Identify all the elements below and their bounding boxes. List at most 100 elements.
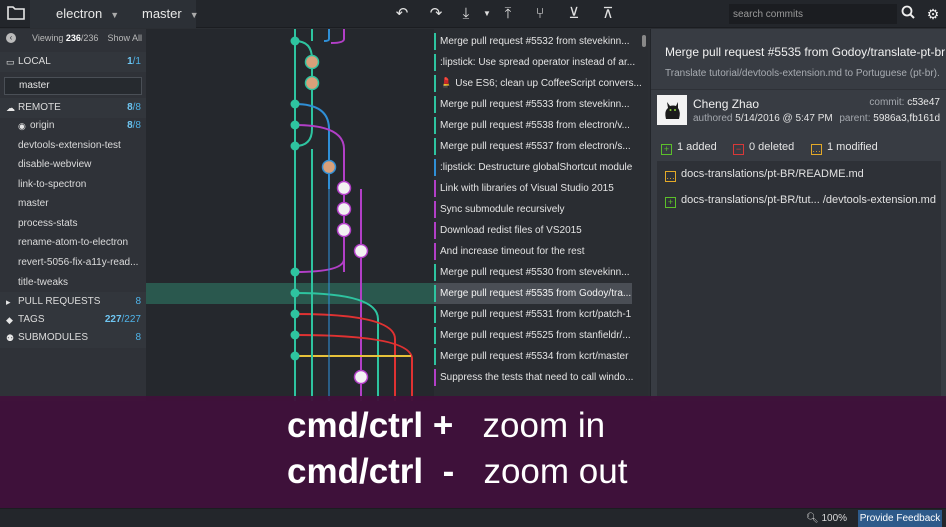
status-bar: 🔍︎ 100% Provide Feedback (0, 508, 946, 527)
branch-selector[interactable]: master ▼ (142, 0, 199, 28)
avatar[interactable] (304, 54, 320, 70)
repo-selector[interactable]: electron ▼ (56, 0, 119, 28)
commit-lane-marker (434, 369, 436, 386)
parent-sha[interactable]: 5986a3,fb161d (873, 113, 940, 124)
commit-sha[interactable]: c53e47 (907, 97, 940, 108)
sidebar-branch-item[interactable]: title-tweaks (0, 273, 146, 293)
undo-icon[interactable]: ↶ (391, 4, 413, 24)
commit-row[interactable]: Sync submodule recursively (434, 199, 648, 220)
sidebar-branch-item[interactable]: link-to-spectron (0, 175, 146, 195)
pull-requests-section-header[interactable]: ▸ PULL REQUESTS 8 (0, 292, 146, 312)
commit-node[interactable] (290, 141, 300, 151)
added-stat[interactable]: +1 added (661, 141, 717, 155)
back-icon[interactable]: ‹ (6, 33, 16, 43)
commit-node[interactable] (290, 288, 300, 298)
submodule-icon: ⚉ (6, 333, 15, 343)
branch-filter-input[interactable]: master (4, 77, 142, 95)
pull-requests-label: PULL REQUESTS (18, 296, 101, 307)
local-section-header[interactable]: ▭ LOCAL 1/1 (0, 52, 146, 72)
pop-icon[interactable]: ⊼ (597, 4, 619, 24)
branch-icon[interactable]: ⑂ (529, 4, 551, 24)
commit-row[interactable]: Link with libraries of Visual Studio 201… (434, 178, 648, 199)
remote-section-header[interactable]: ☁ REMOTE 8/8 (0, 98, 146, 118)
remote-origin[interactable]: ◉ origin 8/8 (0, 116, 146, 136)
deleted-stat[interactable]: −0 deleted (733, 141, 794, 155)
viewing-label: Viewing (32, 33, 64, 43)
viewing-total: /236 (80, 33, 99, 43)
avatar[interactable] (353, 369, 369, 385)
push-icon[interactable]: ⤒ (497, 4, 519, 24)
commit-node[interactable] (290, 309, 300, 319)
gear-icon[interactable]: ⚙ (923, 4, 943, 24)
sidebar-branch-item[interactable]: master (0, 194, 146, 214)
commit-node[interactable] (290, 330, 300, 340)
submodules-count: 8 (135, 332, 141, 343)
local-label: LOCAL (18, 56, 51, 67)
commit-row[interactable]: Merge pull request #5532 from stevekinn.… (434, 31, 648, 52)
tags-section-header[interactable]: ◆ TAGS 227/227 (0, 310, 146, 330)
commit-row[interactable]: 💄 Use ES6; clean up CoffeeScript convers… (434, 73, 648, 94)
submodules-section-header[interactable]: ⚉ SUBMODULES 8 (0, 328, 146, 348)
changed-file-item[interactable]: … docs-translations/pt-BR/README.md (665, 168, 864, 182)
modified-stat[interactable]: … 1 modified (811, 141, 878, 155)
commit-row-selected[interactable]: Merge pull request #5535 from Godoy/tra.… (434, 283, 632, 304)
cloud-icon: ☁ (6, 103, 15, 113)
pull-icon[interactable]: ⤓ (455, 4, 477, 24)
avatar[interactable] (336, 180, 352, 196)
changed-file-item[interactable]: + docs-translations/pt-BR/tut... /devtool… (665, 194, 936, 208)
commit-row[interactable]: :lipstick: Use spread operator instead o… (434, 52, 648, 73)
repo-name: electron (56, 6, 103, 21)
sidebar: ‹ Viewing 236/236 Show All ▭ LOCAL 1/1 m… (0, 29, 146, 401)
provide-feedback-button[interactable]: Provide Feedback (858, 510, 942, 527)
commit-lane-marker (434, 117, 436, 134)
search-icon[interactable] (898, 4, 918, 24)
sidebar-branch-item[interactable]: rename-atom-to-electron (0, 233, 146, 253)
avatar[interactable] (336, 201, 352, 217)
redo-icon[interactable]: ↷ (425, 4, 447, 24)
commit-row[interactable]: And increase timeout for the rest (434, 241, 648, 262)
pull-options-chevron-icon[interactable]: ▼ (476, 4, 498, 24)
avatar[interactable] (353, 243, 369, 259)
commit-row[interactable]: Merge pull request #5525 from stanfieldr… (434, 325, 648, 346)
sidebar-branch-item[interactable]: revert-5056-fix-a11y-read... (0, 253, 146, 273)
modified-icon: … (665, 171, 676, 182)
zoom-indicator[interactable]: 🔍︎ 100% (806, 509, 847, 527)
commit-row[interactable]: Suppress the tests that need to call win… (434, 367, 648, 388)
commit-lane-marker (434, 180, 436, 197)
commit-row[interactable]: Download redist files of VS2015 (434, 220, 648, 241)
avatar[interactable] (321, 159, 337, 175)
zoom-shortcut-banner: cmd/ctrl + zoom in cmd/ctrl - zoom out (0, 396, 946, 508)
commit-node[interactable] (290, 267, 300, 277)
avatar (657, 95, 687, 125)
commit-row[interactable]: :lipstick: Destructure globalShortcut mo… (434, 157, 648, 178)
commit-row[interactable]: Merge pull request #5530 from stevekinn.… (434, 262, 648, 283)
github-icon: ◉ (18, 121, 26, 131)
commit-row[interactable]: Merge pull request #5533 from stevekinn.… (434, 94, 648, 115)
commit-description: Translate tutorial/devtools-extension.md… (665, 68, 940, 79)
folder-icon[interactable] (6, 5, 26, 23)
sidebar-branch-item[interactable]: disable-webview (0, 155, 146, 175)
commit-node[interactable] (290, 120, 300, 130)
search-commits-input[interactable] (729, 4, 897, 24)
commit-row[interactable]: Merge pull request #5538 from electron/v… (434, 115, 648, 136)
top-toolbar: electron ▼ master ▼ ↶ ↷ ⤓ ▼ ⤒ ⑂ ⊻ ⊼ ⚙ (0, 0, 946, 28)
commit-title: Merge pull request #5535 from Godoy/tran… (665, 45, 946, 59)
stash-icon[interactable]: ⊻ (563, 4, 585, 24)
added-icon: + (661, 144, 672, 155)
commit-row[interactable]: Merge pull request #5537 from electron/s… (434, 136, 648, 157)
avatar[interactable] (336, 222, 352, 238)
changed-files-list: … docs-translations/pt-BR/README.md + docs… (657, 161, 941, 401)
commit-row[interactable]: Merge pull request #5531 from kcrt/patch… (434, 304, 648, 325)
commit-node[interactable] (290, 99, 300, 109)
commit-graph[interactable] (146, 29, 434, 401)
commit-lane-marker (434, 285, 436, 302)
show-all-link[interactable]: Show All (107, 33, 142, 43)
commit-node[interactable] (290, 36, 300, 46)
viewing-summary: ‹ Viewing 236/236 Show All (0, 33, 146, 47)
sidebar-branch-item[interactable]: devtools-extension-test (0, 136, 146, 156)
avatar[interactable] (304, 75, 320, 91)
sidebar-branch-item[interactable]: process-stats (0, 214, 146, 234)
commit-row[interactable]: Merge pull request #5534 from kcrt/maste… (434, 346, 648, 367)
commit-node[interactable] (290, 351, 300, 361)
commit-lane-marker (434, 306, 436, 323)
